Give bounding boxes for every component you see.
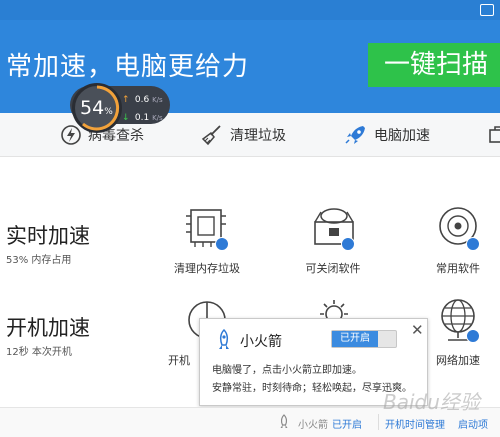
- download-speed: ↓ 0.1 K/s: [122, 113, 163, 123]
- tab-pc-speedup[interactable]: 电脑加速: [344, 113, 430, 157]
- title-bar: [0, 0, 500, 20]
- footer-rocket-label: 小火箭: [298, 420, 328, 431]
- boot-time-manage-link[interactable]: 开机时间管理: [385, 416, 445, 431]
- window-skin-icon[interactable]: [480, 4, 494, 16]
- download-speed-unit: K/s: [152, 114, 163, 122]
- popup-close-icon[interactable]: ✕: [411, 321, 424, 339]
- memory-percent-value: 54: [80, 97, 105, 119]
- footer-rocket-status[interactable]: 已开启: [332, 416, 362, 431]
- rocket-toggle-label: 已开启: [332, 331, 378, 347]
- download-arrow-icon: ↓: [122, 113, 130, 123]
- tab-clean-junk-label: 清理垃圾: [230, 128, 286, 144]
- popup-line-1: 电脑慢了，点击小火箭立即加速。: [212, 365, 362, 376]
- tab-pc-speedup-label: 电脑加速: [374, 128, 430, 144]
- check-badge-icon: [215, 237, 229, 251]
- realtime-speedup-subtitle: 53% 内存占用: [6, 255, 72, 266]
- popup-line-2: 安静常驻，时刻待命；轻松唤起，尽享迅爽。: [212, 383, 412, 394]
- boot-speedup-title: 开机加速: [6, 316, 90, 340]
- tab-partial-right[interactable]: [488, 113, 500, 157]
- download-speed-value: 0.1: [134, 113, 150, 123]
- upload-speed-unit: K/s: [152, 96, 163, 104]
- memory-percent: 54%: [80, 97, 113, 119]
- broom-icon: [201, 125, 221, 146]
- tool-closable-software-label: 可关闭软件: [305, 262, 361, 275]
- memory-percent-unit: %: [104, 107, 113, 117]
- baidu-watermark: Baidu经验: [383, 390, 480, 414]
- check-badge-icon: [466, 329, 480, 343]
- tool-common-software-label: 常用软件: [436, 262, 480, 275]
- tool-clean-memory-label: 清理内存垃圾: [174, 262, 240, 275]
- rocket-icon: [345, 126, 365, 144]
- footer-divider: [378, 414, 379, 430]
- check-badge-icon: [341, 237, 355, 251]
- upload-speed: ↑ 0.6 K/s: [122, 95, 163, 105]
- rocket-toggle[interactable]: 已开启: [331, 330, 397, 348]
- upload-speed-value: 0.6: [134, 95, 150, 105]
- check-badge-icon: [466, 237, 480, 251]
- footer-rocket-icon: [280, 414, 288, 428]
- upload-arrow-icon: ↑: [122, 95, 130, 105]
- realtime-speedup-title: 实时加速: [6, 224, 90, 248]
- toolbox-icon: [489, 126, 500, 143]
- popup-title: 小火箭: [240, 334, 282, 350]
- one-click-scan-button[interactable]: 一键扫描: [368, 43, 500, 87]
- tab-clean-junk[interactable]: 清理垃圾: [200, 113, 286, 157]
- header-slogan: 常加速，电脑更给力: [6, 52, 250, 82]
- startup-items-link[interactable]: 启动项: [458, 416, 488, 431]
- boot-speedup-subtitle: 12秒 本次开机: [6, 347, 72, 358]
- rocket-outline-icon: [219, 329, 229, 349]
